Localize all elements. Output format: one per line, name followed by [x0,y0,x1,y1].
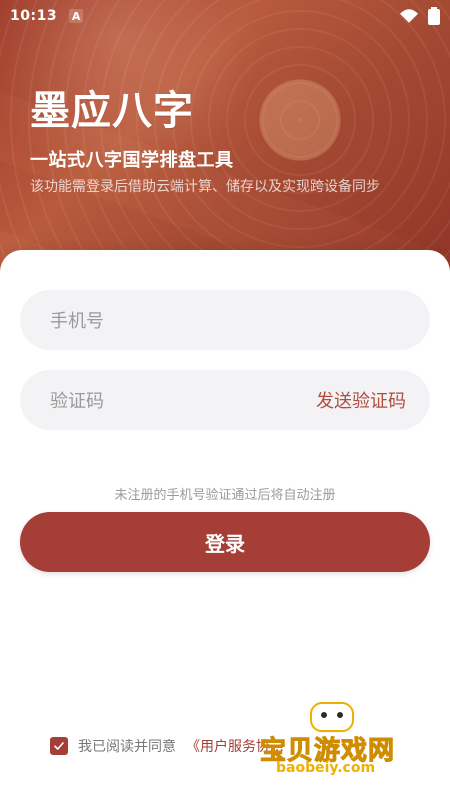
verification-code-input[interactable]: 验证码 发送验证码 [20,370,430,430]
login-card: 手机号 验证码 发送验证码 未注册的手机号验证通过后将自动注册 登录 我已阅读并… [0,250,450,800]
a-notification-icon: A [69,9,84,23]
send-code-button[interactable]: 发送验证码 [316,387,406,413]
agreement-row: 我已阅读并同意 《用户服务协… [50,736,284,756]
watermark-domain: baobeiy.com [276,760,376,776]
agreement-checkbox[interactable] [50,737,68,755]
login-button[interactable]: 登录 [20,512,430,572]
phone-placeholder: 手机号 [50,311,104,332]
app-subtitle: 一站式八字国学排盘工具 [30,150,234,171]
auto-register-tip: 未注册的手机号验证通过后将自动注册 [114,488,336,503]
login-required-note: 该功能需登录后借助云端计算、储存以及实现跨设备同步 [30,179,380,195]
check-icon [54,742,64,750]
status-left: 10:13 A [10,8,84,24]
watermark: 宝贝游戏网 baobeiy.com [259,700,420,780]
wifi-icon [400,9,418,23]
status-right [400,7,440,25]
status-time: 10:13 [10,8,58,24]
battery-icon [428,7,440,25]
app-title: 墨应八字 [30,88,194,134]
status-bar: 10:13 A [0,0,450,32]
agreement-text: 我已阅读并同意 [78,739,176,755]
code-placeholder: 验证码 [50,391,104,412]
phone-input[interactable]: 手机号 [20,290,430,350]
gamepad-icon [310,702,354,732]
